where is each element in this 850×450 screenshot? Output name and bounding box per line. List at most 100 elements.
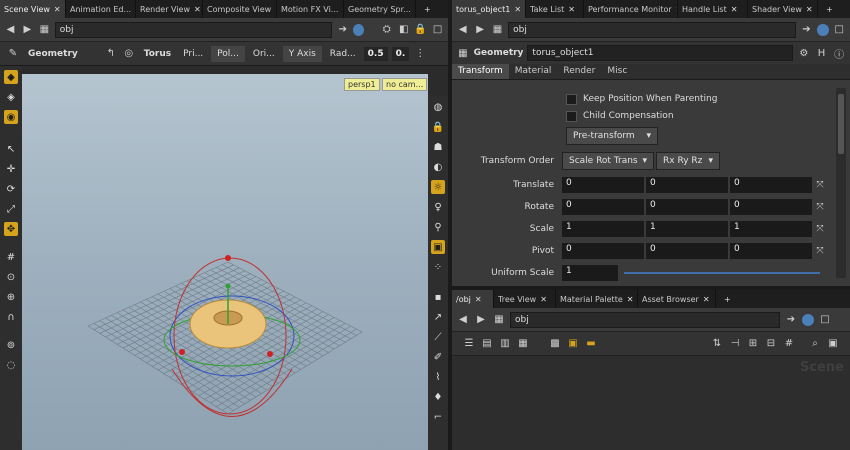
handle-link-icon[interactable]: ⤧ xyxy=(814,201,826,213)
3d-viewport[interactable]: persp1 no cam... xyxy=(22,74,428,450)
forward-arrow-icon[interactable]: ▶ xyxy=(473,23,486,37)
close-icon[interactable]: ✕ xyxy=(194,5,201,14)
numbers-icon[interactable]: ♦ xyxy=(431,390,445,404)
handle-link-icon[interactable]: ⤧ xyxy=(814,245,826,257)
rotation-order-dropdown[interactable]: Rx Ry Rz ▾ xyxy=(656,152,720,170)
uniform-scale-field[interactable]: 1 xyxy=(562,265,618,281)
lock-icon[interactable]: 🔒 xyxy=(414,23,427,37)
grid-view-icon[interactable]: ▦ xyxy=(516,337,530,351)
shadow-icon[interactable]: ▣ xyxy=(431,240,445,254)
brush-icon[interactable]: ⌇ xyxy=(431,370,445,384)
link-icon[interactable] xyxy=(353,23,365,36)
tab-transform[interactable]: Transform xyxy=(452,64,509,79)
folder-icon[interactable]: ▬ xyxy=(584,337,598,351)
grid-snap-icon[interactable]: # xyxy=(782,337,796,351)
close-icon[interactable]: ✕ xyxy=(54,5,61,14)
node-name-field[interactable]: torus_object1 xyxy=(527,45,794,61)
tab-render[interactable]: Render xyxy=(557,64,601,79)
list-view-icon[interactable]: ☰ xyxy=(462,337,476,351)
select-arrow-icon[interactable]: ↖ xyxy=(4,142,18,156)
pin-icon[interactable]: ➔ xyxy=(784,313,798,327)
maximize-icon[interactable]: □ xyxy=(818,313,832,327)
handle-tool-icon[interactable]: ✥ xyxy=(4,222,18,236)
transform-order-dropdown[interactable]: Scale Rot Trans ▾ xyxy=(562,152,654,170)
view-lock-icon[interactable]: 🔒 xyxy=(431,120,445,134)
link-icon[interactable] xyxy=(817,23,829,36)
network-icon[interactable]: ▦ xyxy=(492,313,506,327)
rotate-tool-icon[interactable]: ⟳ xyxy=(4,182,18,196)
primitive-normals-icon[interactable]: ✐ xyxy=(431,350,445,364)
point-display-icon[interactable]: ⁘ xyxy=(431,260,445,274)
notes-icon[interactable]: ▤ xyxy=(480,337,494,351)
scale-x-field[interactable]: 1 xyxy=(562,221,644,237)
tab-asset-browser[interactable]: Asset Browser ✕ xyxy=(638,290,716,308)
scale-tool-icon[interactable]: ⤢ xyxy=(4,202,18,216)
tab-motion-fx[interactable]: Motion FX Vi...✕ xyxy=(277,0,344,18)
radius-field-1[interactable]: 0.5 xyxy=(363,46,388,61)
user-light-icon[interactable]: ⚲ xyxy=(431,220,445,234)
back-arrow-icon[interactable]: ◀ xyxy=(4,23,17,37)
sticky-icon[interactable]: ▥ xyxy=(498,337,512,351)
close-icon[interactable]: ✕ xyxy=(806,5,813,14)
keep-position-checkbox[interactable] xyxy=(566,93,577,105)
pretransform-dropdown[interactable]: Pre-transform ▾ xyxy=(566,127,658,145)
polygon-type-dropdown[interactable]: Pol... xyxy=(211,45,245,62)
tab-composite-view[interactable]: Composite View✕ xyxy=(203,0,277,18)
rotate-x-field[interactable]: 0 xyxy=(562,199,644,215)
tool-icon[interactable]: ✎ xyxy=(6,47,20,61)
network-canvas[interactable]: Scene xyxy=(452,356,850,450)
maximize-icon[interactable]: □ xyxy=(431,23,444,37)
tab-torus-object[interactable]: torus_object1 ✕ xyxy=(452,0,526,18)
param-scrollbar[interactable] xyxy=(836,88,846,278)
close-icon[interactable]: ✕ xyxy=(627,295,634,304)
pin-icon[interactable]: ➔ xyxy=(800,23,813,37)
display-toggle-icon[interactable]: ◍ xyxy=(431,100,445,114)
grid-snap-icon[interactable]: # xyxy=(4,250,18,264)
info-icon[interactable]: ⓘ xyxy=(832,46,846,61)
lighting-icon[interactable]: ☼ xyxy=(431,180,445,194)
close-icon[interactable]: ✕ xyxy=(731,5,738,14)
child-comp-checkbox[interactable] xyxy=(566,110,577,122)
close-icon[interactable]: ✕ xyxy=(475,295,482,304)
tab-take-list[interactable]: Take List ✕ xyxy=(526,0,584,18)
maximize-icon[interactable]: □ xyxy=(833,23,846,37)
magnet-icon[interactable]: ∩ xyxy=(4,310,18,324)
tab-shader-view[interactable]: Shader View ✕ xyxy=(748,0,818,18)
tab-add[interactable]: + xyxy=(716,290,736,308)
tab-performance-monitor[interactable]: Performance Monitor✕ xyxy=(584,0,678,18)
shading-icon[interactable]: ◧ xyxy=(397,23,410,37)
handle-link-icon[interactable]: ⤧ xyxy=(814,179,826,191)
pivot-z-field[interactable]: 0 xyxy=(730,243,812,259)
close-icon[interactable]: ✕ xyxy=(568,5,575,14)
tab-add[interactable]: + xyxy=(416,0,448,18)
display-options-icon[interactable]: ⛭ xyxy=(380,23,393,37)
scale-y-field[interactable]: 1 xyxy=(646,221,728,237)
rotate-y-field[interactable]: 0 xyxy=(646,199,728,215)
network-icon[interactable]: ▦ xyxy=(38,23,51,37)
translate-y-field[interactable]: 0 xyxy=(646,177,728,193)
uniform-scale-slider[interactable] xyxy=(624,272,820,274)
hull-icon[interactable]: ⌐ xyxy=(431,410,445,424)
tab-obj[interactable]: /obj ✕ xyxy=(452,290,494,308)
forward-arrow-icon[interactable]: ▶ xyxy=(21,23,34,37)
move-tool-icon[interactable]: ✛ xyxy=(4,162,18,176)
translate-z-field[interactable]: 0 xyxy=(730,177,812,193)
toolbar-options-icon[interactable]: ⋮ xyxy=(413,47,427,61)
help-icon[interactable]: H xyxy=(815,46,829,60)
point-snap-icon[interactable]: ⊕ xyxy=(4,290,18,304)
add-tab-icon[interactable]: + xyxy=(724,295,731,304)
orientation-label[interactable]: Ori... xyxy=(249,47,279,61)
gear-icon[interactable]: ⚙ xyxy=(797,46,811,60)
tab-add[interactable]: + xyxy=(818,0,850,18)
primitive-type-label[interactable]: Pri... xyxy=(179,47,207,61)
camera-icon[interactable]: ⊚ xyxy=(4,338,18,352)
image-icon[interactable]: ▣ xyxy=(826,337,840,351)
tab-tree-view[interactable]: Tree View ✕ xyxy=(494,290,556,308)
snapping-icon[interactable]: ◉ xyxy=(4,110,18,124)
tab-scene-view[interactable]: Scene View ✕ xyxy=(0,0,66,18)
translate-x-field[interactable]: 0 xyxy=(562,177,644,193)
tab-material-palette[interactable]: Material Palette ✕ xyxy=(556,290,638,308)
edge-icon[interactable]: ⟋ xyxy=(431,330,445,344)
forward-arrow-icon[interactable]: ▶ xyxy=(474,313,488,327)
tree-align-icon[interactable]: ⊟ xyxy=(764,337,778,351)
